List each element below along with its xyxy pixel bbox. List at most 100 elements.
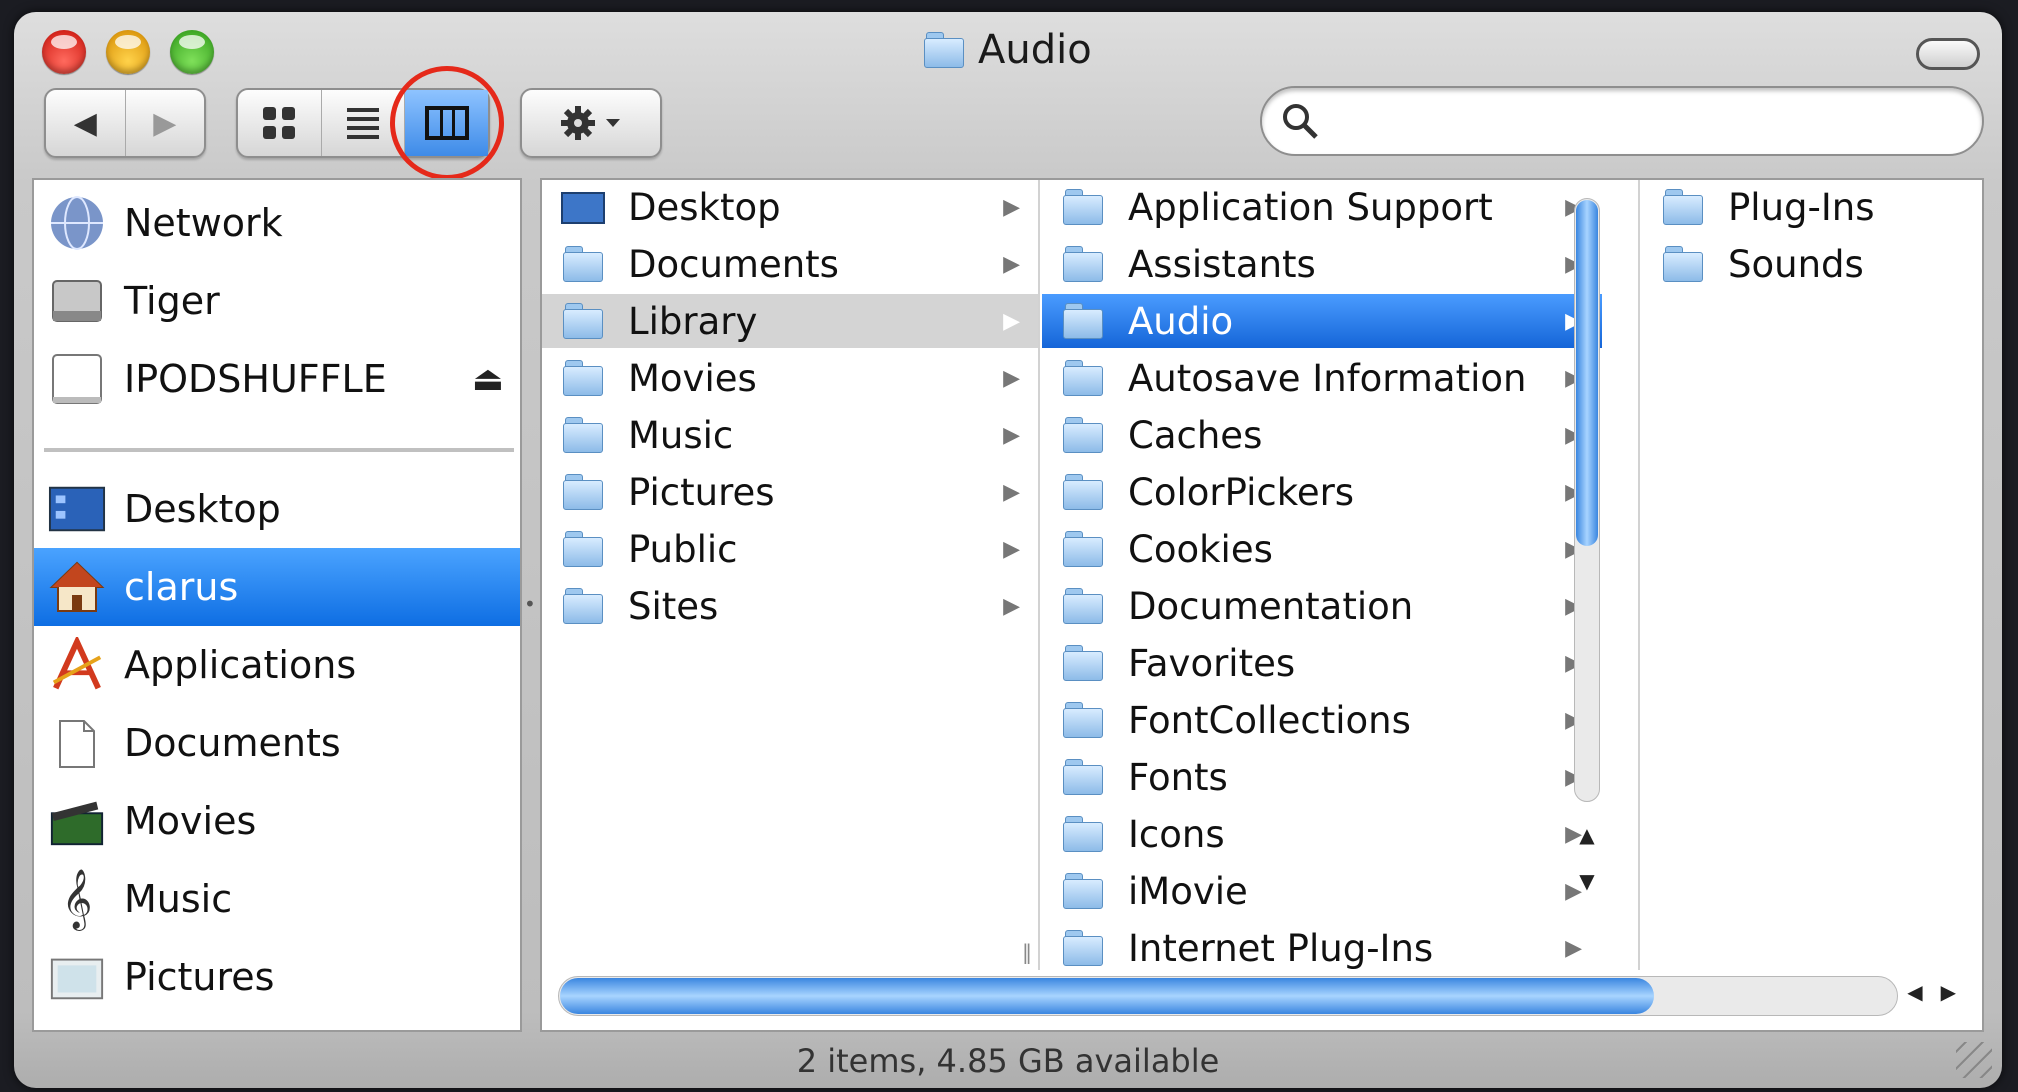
list-item[interactable]: Icons ▶ xyxy=(1042,807,1602,861)
list-item-selected[interactable]: Audio▶ xyxy=(1042,294,1602,348)
list-item[interactable]: Fonts▶ xyxy=(1042,750,1602,804)
back-forward-control: ◀ ▶ xyxy=(44,88,206,158)
zoom-button[interactable] xyxy=(170,30,214,74)
list-item[interactable]: FontCollections▶ xyxy=(1042,693,1602,747)
sidebar-item-movies[interactable]: Movies xyxy=(34,782,520,860)
list-item[interactable]: Desktop ▶ xyxy=(542,180,1038,234)
pictures-icon xyxy=(48,948,106,1006)
toolbar-toggle-button[interactable] xyxy=(1916,38,1980,70)
sidebar-divider xyxy=(44,448,514,452)
list-item[interactable]: Sounds xyxy=(1642,237,1982,291)
pictures-folder-icon xyxy=(560,470,606,514)
window-title: Audio xyxy=(978,27,1092,73)
folder-icon xyxy=(1060,299,1106,343)
disclosure-arrow-icon: ▶ xyxy=(1003,479,1020,505)
folder-icon xyxy=(1060,185,1106,229)
disclosure-arrow-icon: ▶ xyxy=(1003,593,1020,619)
sidebar-item-label: Network xyxy=(124,201,283,245)
folder-icon xyxy=(1060,698,1106,742)
documents-folder-icon xyxy=(560,242,606,286)
sidebar-item-network[interactable]: Network xyxy=(34,184,520,262)
forward-arrow-icon[interactable]: ▶ xyxy=(126,90,205,156)
sidebar-item-label: Music xyxy=(124,877,233,921)
sidebar-resize-handle[interactable]: • xyxy=(524,592,538,622)
list-view-icon xyxy=(347,108,379,139)
list-item[interactable]: Library ▶ xyxy=(542,294,1038,348)
folder-icon xyxy=(1060,926,1106,970)
sidebar-item-pictures[interactable]: Pictures xyxy=(34,938,520,1016)
gear-icon xyxy=(522,90,660,156)
sidebar-item-ipodshuffle[interactable]: IPODSHUFFLE ⏏ xyxy=(34,340,520,418)
sidebar-item-clarus[interactable]: clarus xyxy=(34,548,520,626)
disclosure-arrow-icon: ▶ xyxy=(1003,422,1020,448)
list-item[interactable]: Documents ▶ xyxy=(542,237,1038,291)
disclosure-arrow-icon: ▶ xyxy=(1003,365,1020,391)
search-icon xyxy=(1283,104,1318,139)
list-item[interactable]: Favorites▶ xyxy=(1042,636,1602,690)
vertical-scrollbar-thumb[interactable] xyxy=(1576,200,1598,546)
status-bar: 2 items, 4.85 GB available xyxy=(796,1042,1220,1080)
folder-icon xyxy=(1060,641,1106,685)
eject-icon[interactable]: ⏏ xyxy=(472,359,504,399)
search-field[interactable] xyxy=(1260,86,1984,156)
applications-icon xyxy=(48,636,106,694)
highlight-circle-annotation xyxy=(390,66,504,180)
finder-window: Audio ◀ ▶ Network Tiger IPODSHUFFLE ⏏ De… xyxy=(14,12,2002,1088)
list-item[interactable]: Music ▶ xyxy=(542,408,1038,462)
music-icon: 𝄞 xyxy=(61,868,93,929)
close-button[interactable] xyxy=(42,30,86,74)
desktop-folder-icon xyxy=(560,185,606,229)
icon-view-button[interactable] xyxy=(238,90,322,156)
folder-icon xyxy=(1060,584,1106,628)
column-audio: Plug-Ins Sounds xyxy=(1642,180,1982,970)
horizontal-scrollbar-thumb[interactable] xyxy=(560,978,1654,1014)
window-title-bar: Audio xyxy=(924,22,1092,78)
sidebar-item-tiger[interactable]: Tiger xyxy=(34,262,520,340)
disclosure-arrow-icon: ▶ xyxy=(1003,194,1020,220)
sites-folder-icon xyxy=(560,584,606,628)
list-item[interactable]: Caches▶ xyxy=(1042,408,1602,462)
back-arrow-icon[interactable]: ◀ xyxy=(46,90,126,156)
list-item[interactable]: Plug-Ins xyxy=(1642,180,1982,234)
sidebar-item-documents[interactable]: Documents xyxy=(34,704,520,782)
horizontal-scroll-arrows[interactable]: ◀▶ xyxy=(1907,980,1974,1004)
sidebar-item-label: Pictures xyxy=(124,955,275,999)
list-item[interactable]: Assistants▶ xyxy=(1042,237,1602,291)
folder-icon xyxy=(1060,470,1106,514)
disclosure-arrow-icon: ▶ xyxy=(1003,251,1020,277)
sidebar-item-music[interactable]: 𝄞 Music xyxy=(34,860,520,938)
sidebar-item-desktop[interactable]: Desktop xyxy=(34,470,520,548)
list-item[interactable]: Movies ▶ xyxy=(542,351,1038,405)
home-icon xyxy=(48,558,106,616)
vertical-scroll-arrows[interactable]: ▲ ▼ xyxy=(1570,812,1604,904)
sidebar-item-applications[interactable]: Applications xyxy=(34,626,520,704)
public-folder-icon xyxy=(560,527,606,571)
sidebar-item-label: Documents xyxy=(124,721,341,765)
folder-icon xyxy=(1660,242,1706,286)
icon-view-icon xyxy=(263,107,296,139)
list-item[interactable]: Internet Plug-Ins ▶ xyxy=(1042,921,1602,970)
list-item[interactable]: iMovie ▶ xyxy=(1042,864,1602,918)
resize-grip-icon[interactable] xyxy=(1956,1042,1992,1078)
folder-icon xyxy=(924,32,964,68)
ipod-drive-icon xyxy=(48,350,106,408)
folder-icon xyxy=(1060,755,1106,799)
search-input[interactable] xyxy=(1332,103,1982,139)
sidebar: Network Tiger IPODSHUFFLE ⏏ Desktop clar… xyxy=(32,178,522,1032)
list-item[interactable]: Documentation▶ xyxy=(1042,579,1602,633)
list-item[interactable]: Pictures ▶ xyxy=(542,465,1038,519)
minimize-button[interactable] xyxy=(106,30,150,74)
list-item[interactable]: Autosave Information▶ xyxy=(1042,351,1602,405)
list-item[interactable]: Public ▶ xyxy=(542,522,1038,576)
column-resize-handle[interactable]: ‖ xyxy=(1022,940,1032,964)
list-item[interactable]: Application Support▶ xyxy=(1042,180,1602,234)
folder-icon xyxy=(1060,413,1106,457)
action-menu-button[interactable] xyxy=(520,88,662,158)
list-item[interactable]: Sites ▶ xyxy=(542,579,1038,633)
sidebar-item-label: IPODSHUFFLE xyxy=(124,357,387,401)
column-browser: Desktop ▶ Documents ▶ Library ▶ Movies ▶… xyxy=(540,178,1984,1032)
list-item[interactable]: ColorPickers▶ xyxy=(1042,465,1602,519)
library-folder-icon xyxy=(560,299,606,343)
list-item[interactable]: Cookies▶ xyxy=(1042,522,1602,576)
hard-drive-icon xyxy=(48,272,106,330)
